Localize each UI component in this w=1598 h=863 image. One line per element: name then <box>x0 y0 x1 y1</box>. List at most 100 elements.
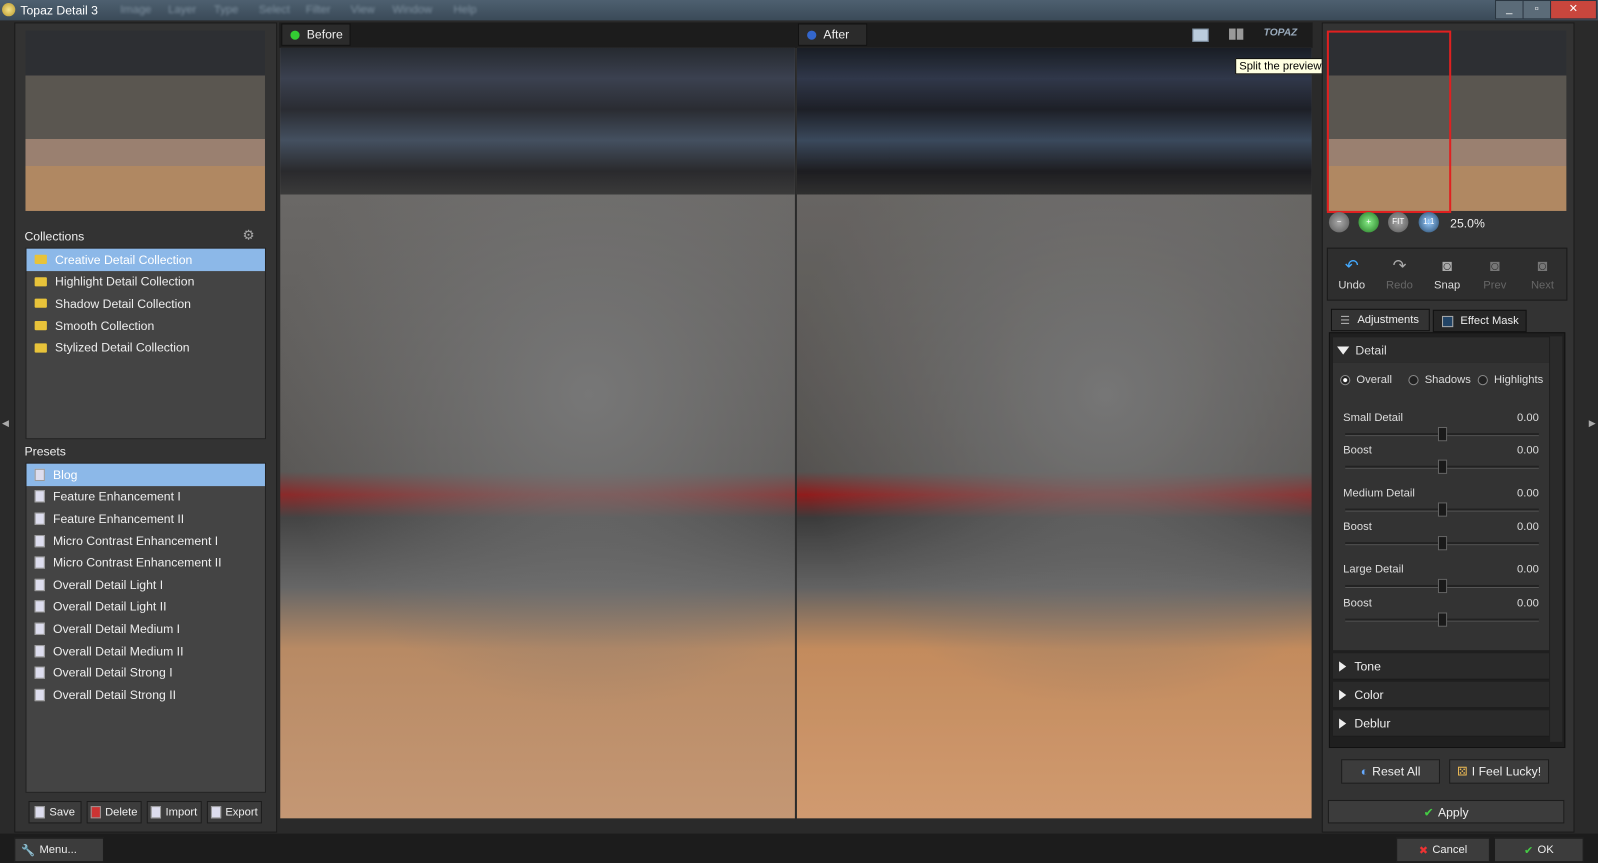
menu-item[interactable]: Image <box>120 4 151 16</box>
effect-mask-tab[interactable]: Effect Mask <box>1432 309 1527 333</box>
before-tab[interactable]: Before <box>281 23 351 46</box>
slider-handle[interactable] <box>1437 427 1448 442</box>
slider-value[interactable]: 0.00 <box>1498 521 1539 533</box>
slider-value[interactable]: 0.00 <box>1498 444 1539 456</box>
collapsed-triangle-icon <box>1339 717 1347 729</box>
collection-label: Creative Detail Collection <box>55 252 193 267</box>
zoom-fit-button[interactable]: FIT <box>1388 211 1409 233</box>
preset-item[interactable]: Blog <box>26 463 265 486</box>
undo-button[interactable]: ↶ Undo <box>1331 257 1372 291</box>
slider-handle[interactable] <box>1437 536 1448 551</box>
preset-item[interactable]: Overall Detail Strong I <box>26 662 264 684</box>
import-label: Import <box>165 806 198 819</box>
next-button[interactable]: ◙ Next <box>1522 257 1563 291</box>
feel-lucky-button[interactable]: ⚄ I Feel Lucky! <box>1449 759 1550 784</box>
preview-toolbar <box>279 22 1313 48</box>
menu-item[interactable]: Select <box>259 4 290 16</box>
snap-button[interactable]: ◙ Snap <box>1427 257 1468 291</box>
collection-item[interactable]: Smooth Collection <box>26 315 264 337</box>
import-button[interactable]: Import <box>146 801 202 824</box>
radio-highlights[interactable]: Highlights <box>1477 374 1544 387</box>
redo-button[interactable]: ↷ Redo <box>1379 257 1420 291</box>
cancel-button[interactable]: ✖ Cancel <box>1396 837 1490 863</box>
ok-button[interactable]: ✔ OK <box>1494 837 1584 863</box>
adjustments-tab[interactable]: ☰ Adjustments <box>1330 308 1430 332</box>
radio-label: Highlights <box>1494 374 1544 387</box>
slider-handle[interactable] <box>1437 502 1448 517</box>
next-label: Next <box>1530 278 1555 291</box>
scrollbar[interactable] <box>1550 336 1563 742</box>
slider-value[interactable]: 0.00 <box>1498 412 1539 424</box>
split-view-icon[interactable] <box>1229 28 1244 40</box>
slider-handle[interactable] <box>1437 612 1448 627</box>
preset-item[interactable]: Overall Detail Light I <box>26 574 264 596</box>
preset-item[interactable]: Overall Detail Medium I <box>26 618 264 640</box>
detail-section-header[interactable]: Detail <box>1332 337 1550 363</box>
after-tab[interactable]: After <box>797 23 868 46</box>
preset-icon <box>34 644 45 657</box>
save-icon <box>35 806 46 819</box>
zoom-out-button[interactable]: − <box>1328 211 1350 233</box>
preset-label: Micro Contrast Enhancement I <box>52 533 219 548</box>
collection-item[interactable]: Creative Detail Collection <box>26 248 265 271</box>
save-button[interactable]: Save <box>28 801 82 824</box>
menu-button[interactable]: 🔧 Menu... <box>14 837 104 863</box>
slider-handle[interactable] <box>1437 459 1448 474</box>
section-label: Tone <box>1354 658 1381 674</box>
zoom-in-button[interactable]: + <box>1358 211 1379 233</box>
preset-item[interactable]: Overall Detail Medium II <box>26 640 264 662</box>
collapse-right-icon[interactable]: ▶ <box>1589 418 1596 429</box>
before-preview[interactable] <box>280 47 795 819</box>
apply-button[interactable]: ✔ Apply <box>1327 799 1565 824</box>
menu-item[interactable]: View <box>351 4 375 16</box>
radio-overall[interactable]: Overall <box>1340 374 1392 386</box>
redo-icon: ↷ <box>1392 257 1407 275</box>
gear-icon[interactable]: ⚙ <box>243 227 255 243</box>
preset-item[interactable]: Overall Detail Light II <box>26 596 264 618</box>
radio-icon <box>1477 375 1488 386</box>
menu-item[interactable]: Layer <box>168 4 196 16</box>
topaz-logo: TOPAZ <box>1263 27 1298 39</box>
menu-item[interactable]: Help <box>453 4 476 16</box>
collapse-left-icon[interactable]: ◀ <box>2 418 9 429</box>
preset-item[interactable]: Micro Contrast Enhancement I <box>26 530 264 552</box>
radio-icon <box>1340 375 1351 386</box>
minimize-button[interactable]: _ <box>1495 0 1524 20</box>
tone-section[interactable]: Tone <box>1332 653 1550 680</box>
preset-item[interactable]: Micro Contrast Enhancement II <box>26 552 264 574</box>
after-preview[interactable] <box>796 47 1312 819</box>
color-section[interactable]: Color <box>1332 681 1550 709</box>
deblur-section[interactable]: Deblur <box>1332 710 1550 737</box>
close-button[interactable]: ✕ <box>1550 0 1597 20</box>
slider-label: Large Detail <box>1343 563 1404 576</box>
maximize-button[interactable]: ▫ <box>1522 0 1552 20</box>
collections-list: Creative Detail Collection Highlight Det… <box>25 247 266 440</box>
radio-shadows[interactable]: Shadows <box>1408 374 1471 386</box>
navigator-viewport[interactable] <box>1326 30 1452 213</box>
slider-value[interactable]: 0.00 <box>1498 564 1539 576</box>
menu-item[interactable]: Filter <box>306 4 331 16</box>
menu-item[interactable]: Type <box>214 4 238 16</box>
collection-item[interactable]: Shadow Detail Collection <box>26 293 264 315</box>
preset-item[interactable]: Feature Enhancement I <box>26 486 264 508</box>
prev-button[interactable]: ◙ Prev <box>1474 257 1515 291</box>
preset-item[interactable]: Feature Enhancement II <box>26 508 264 530</box>
export-icon <box>211 806 222 819</box>
collections-header: Collections <box>24 229 85 244</box>
reset-all-button[interactable]: ◐ Reset All <box>1341 759 1440 784</box>
collection-item[interactable]: Highlight Detail Collection <box>26 271 264 293</box>
delete-button[interactable]: Delete <box>86 801 142 824</box>
menu-item[interactable]: Window <box>392 4 432 16</box>
slider-value[interactable]: 0.00 <box>1498 487 1539 499</box>
single-view-icon[interactable] <box>1192 28 1209 42</box>
slider-handle[interactable] <box>1437 578 1448 594</box>
slider-value[interactable]: 0.00 <box>1498 597 1539 609</box>
navigator-thumbnail[interactable] <box>25 30 265 211</box>
title-bar: Topaz Detail 3 Image Layer Type Select F… <box>0 0 1598 21</box>
preset-item[interactable]: Overall Detail Strong II <box>26 684 264 706</box>
collection-item[interactable]: Stylized Detail Collection <box>26 337 264 359</box>
export-button[interactable]: Export <box>206 801 262 824</box>
zoom-100-button[interactable]: 1:1 <box>1418 211 1439 233</box>
section-label: Deblur <box>1354 715 1391 731</box>
snap-label: Snap <box>1434 278 1461 291</box>
